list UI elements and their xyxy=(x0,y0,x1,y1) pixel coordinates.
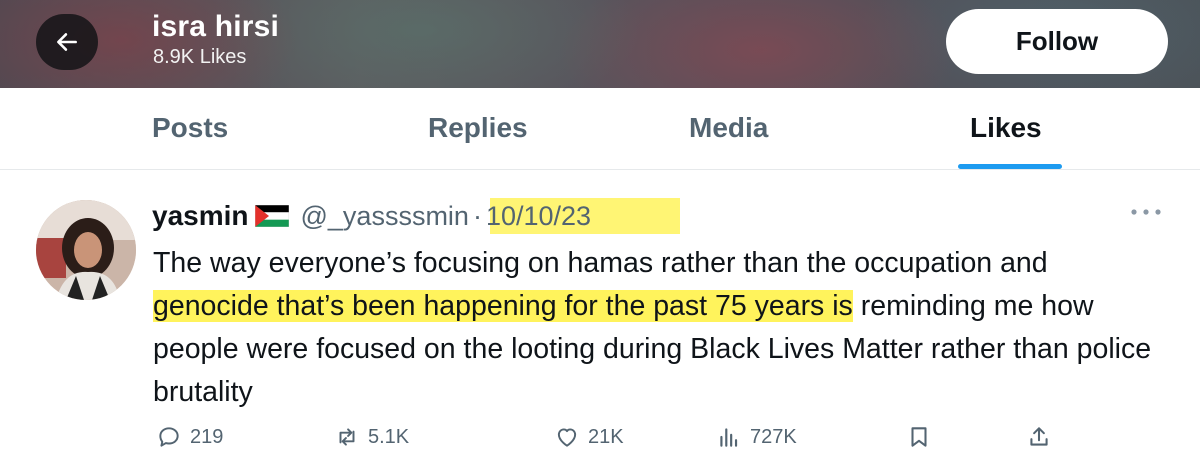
repost-count: 5.1K xyxy=(368,425,410,448)
views-icon xyxy=(720,428,738,447)
post-text-part1: The way everyone’s focusing on hamas rat… xyxy=(153,247,1048,279)
palestine-flag-icon xyxy=(254,205,289,227)
post-date[interactable]: 10/10/23 xyxy=(486,201,591,232)
avatar-image xyxy=(36,200,136,300)
like-count: 21K xyxy=(588,425,624,448)
more-options-icon[interactable] xyxy=(1128,206,1164,218)
post-text-highlight: genocide that’s been happening for the p… xyxy=(153,290,853,322)
active-tab-indicator xyxy=(958,164,1062,169)
post-actions: 219 5.1K 21K 727K xyxy=(0,424,1200,460)
bookmark-icon xyxy=(911,427,927,447)
author-name[interactable]: yasmin xyxy=(152,200,249,232)
post-author-row: yasmin @_yassssmin · 10/10/23 xyxy=(152,198,591,234)
like-button[interactable]: 21K xyxy=(554,424,624,450)
profile-header: isra hirsi 8.9K Likes Follow xyxy=(0,0,1200,88)
like-icon xyxy=(557,428,577,447)
follow-button[interactable]: Follow xyxy=(946,9,1168,74)
profile-name: isra hirsi xyxy=(152,10,280,43)
bookmark-button[interactable] xyxy=(906,424,932,450)
repost-button[interactable]: 5.1K xyxy=(334,424,409,450)
views-button[interactable]: 727K xyxy=(716,424,797,450)
post-text: The way everyone’s focusing on hamas rat… xyxy=(153,242,1163,414)
back-button[interactable] xyxy=(36,14,98,70)
tab-replies[interactable]: Replies xyxy=(428,112,528,144)
author-handle[interactable]: @_yassssmin xyxy=(301,201,469,232)
profile-likes-count: 8.9K Likes xyxy=(153,46,247,68)
separator-dot: · xyxy=(472,200,482,231)
repost-icon xyxy=(339,428,355,446)
reply-count: 219 xyxy=(190,425,224,448)
tab-posts[interactable]: Posts xyxy=(152,112,228,144)
avatar[interactable] xyxy=(36,200,136,300)
profile-tabs: Posts Replies Media Likes xyxy=(0,88,1200,170)
back-arrow-icon xyxy=(57,33,77,51)
tab-likes[interactable]: Likes xyxy=(970,112,1042,144)
reply-icon xyxy=(159,427,179,447)
tab-media[interactable]: Media xyxy=(689,112,768,144)
reply-button[interactable]: 219 xyxy=(156,424,223,450)
share-icon xyxy=(1030,427,1048,446)
share-button[interactable] xyxy=(1026,424,1052,450)
views-count: 727K xyxy=(750,425,797,448)
